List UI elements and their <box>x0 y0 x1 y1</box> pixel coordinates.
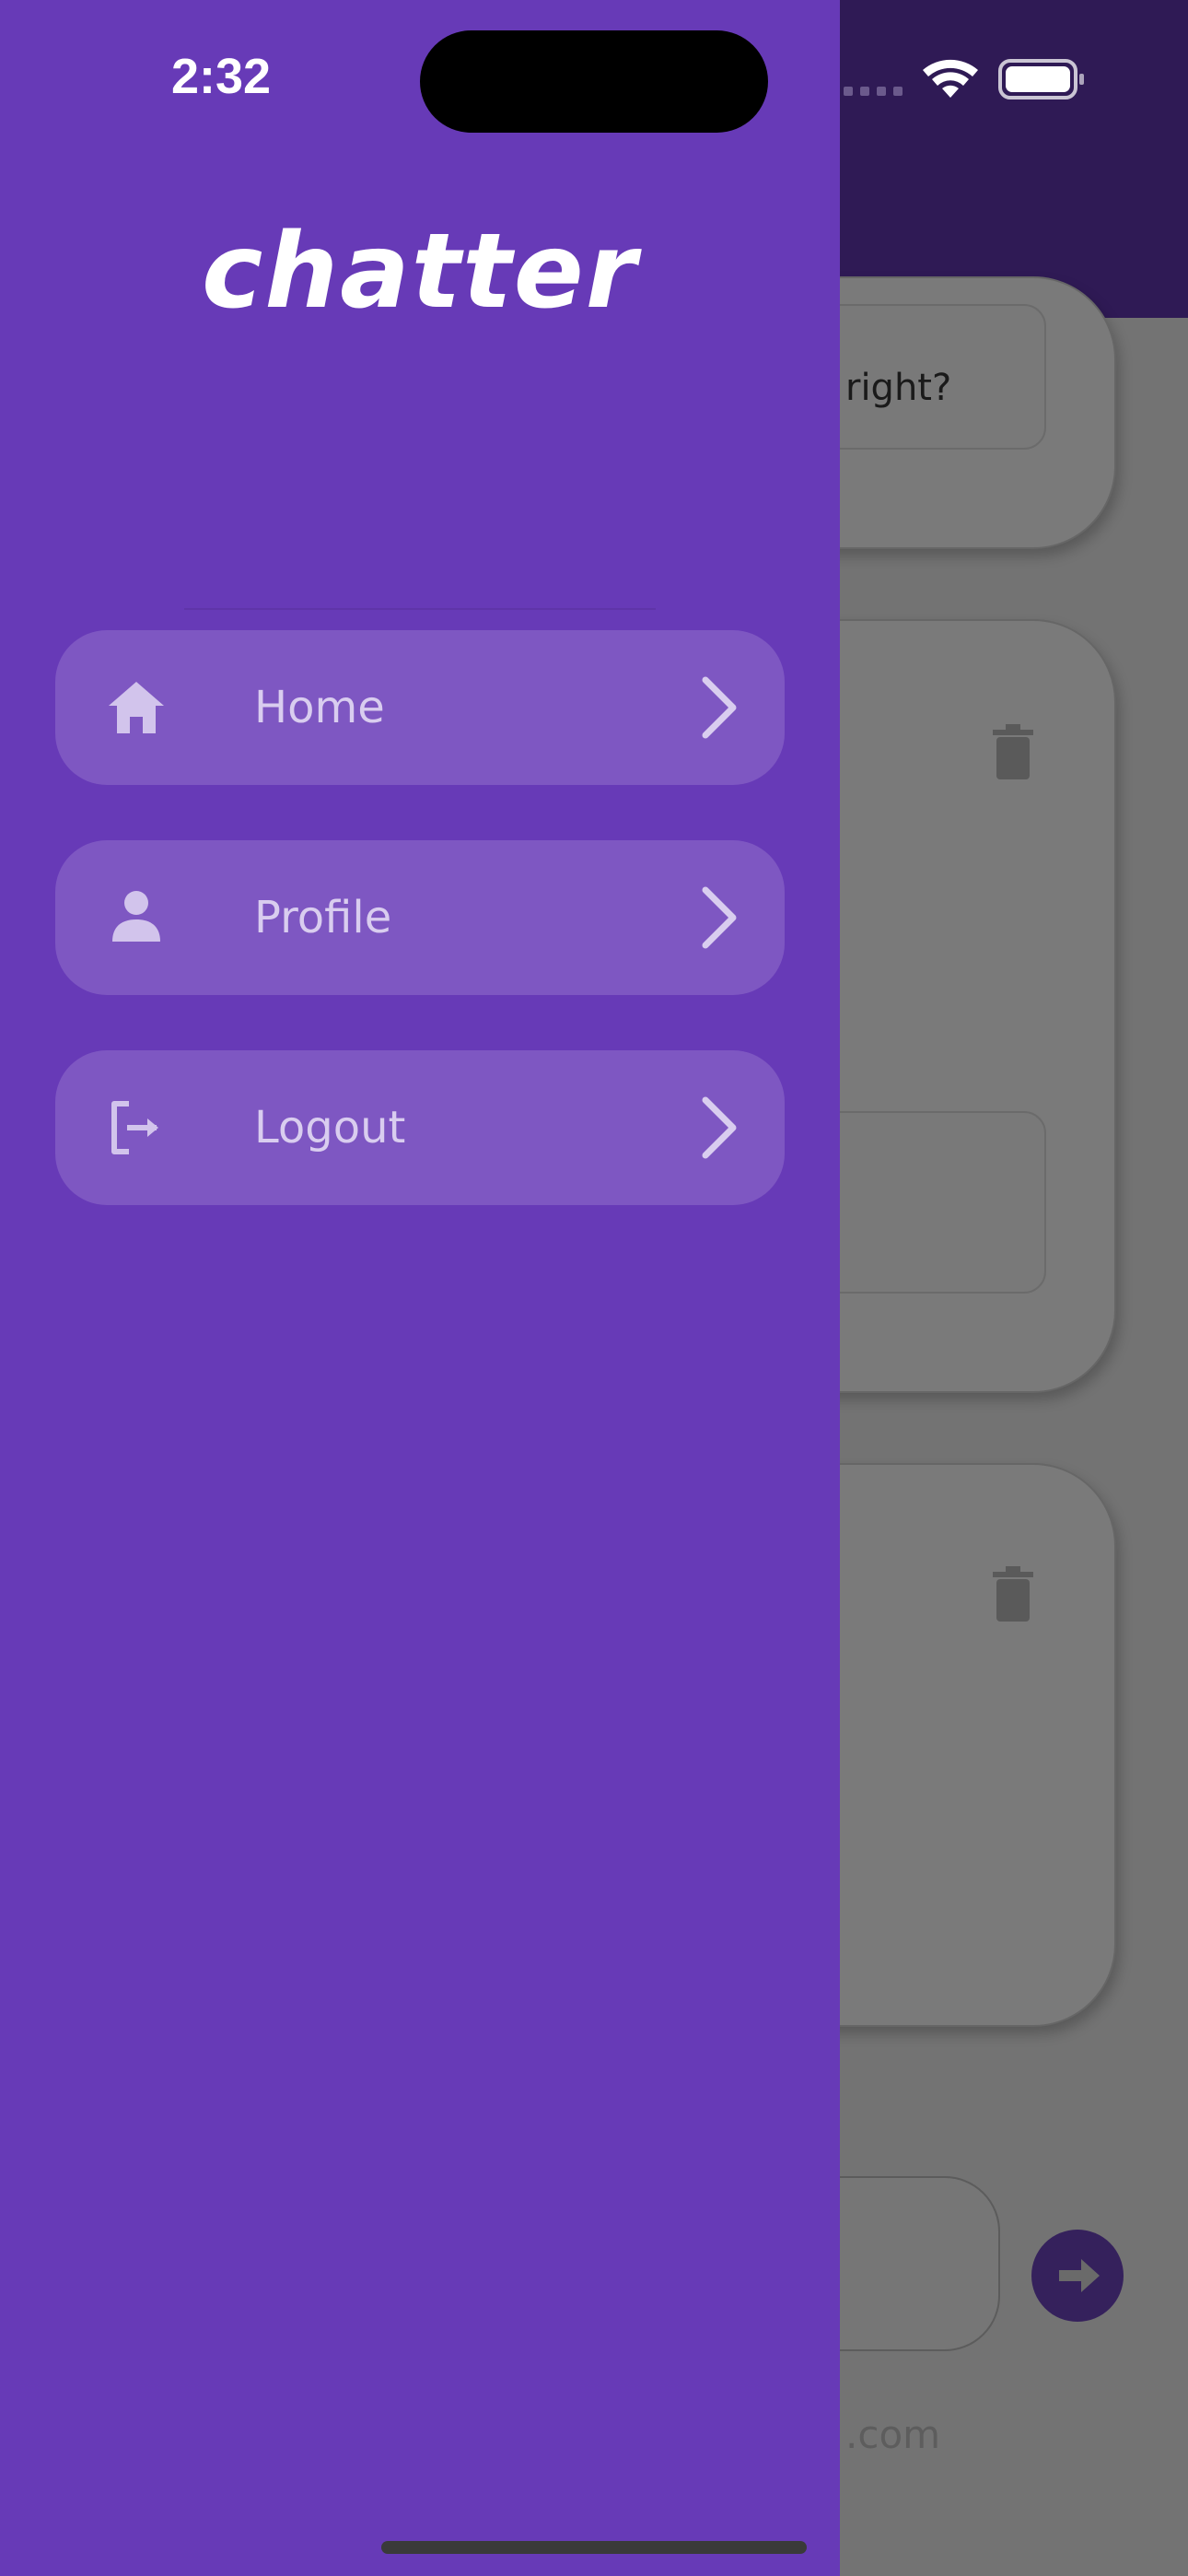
signal-icon <box>844 87 903 96</box>
menu-item-profile[interactable]: Profile <box>55 840 785 995</box>
chevron-right-icon <box>702 676 737 739</box>
logout-icon <box>111 1101 158 1154</box>
menu-item-logout[interactable]: Logout <box>55 1050 785 1205</box>
home-icon <box>109 682 164 733</box>
home-indicator[interactable] <box>381 2541 807 2554</box>
wifi-icon <box>923 59 978 98</box>
dynamic-island <box>420 30 768 133</box>
footer-text: .com <box>845 2412 941 2457</box>
battery-icon <box>998 59 1084 100</box>
trash-icon[interactable] <box>993 1566 1033 1622</box>
status-time: 2:32 <box>171 49 272 104</box>
menu-item-label: Profile <box>254 892 392 943</box>
menu-item-label: Logout <box>254 1102 406 1153</box>
drawer-divider <box>184 608 656 610</box>
send-button[interactable] <box>1031 2230 1124 2322</box>
app-logo: chatter <box>202 212 638 332</box>
person-icon <box>112 891 160 942</box>
trash-icon[interactable] <box>993 724 1033 779</box>
menu-item-home[interactable]: Home <box>55 630 785 785</box>
chevron-right-icon <box>702 886 737 949</box>
post-text: right? <box>845 367 952 409</box>
status-icons <box>844 59 1084 100</box>
menu-item-label: Home <box>254 682 385 733</box>
navigation-drawer: chatter Home Profile Logout <box>0 0 840 2576</box>
chevron-right-icon <box>702 1096 737 1159</box>
arrow-right-icon <box>1059 2259 1100 2292</box>
